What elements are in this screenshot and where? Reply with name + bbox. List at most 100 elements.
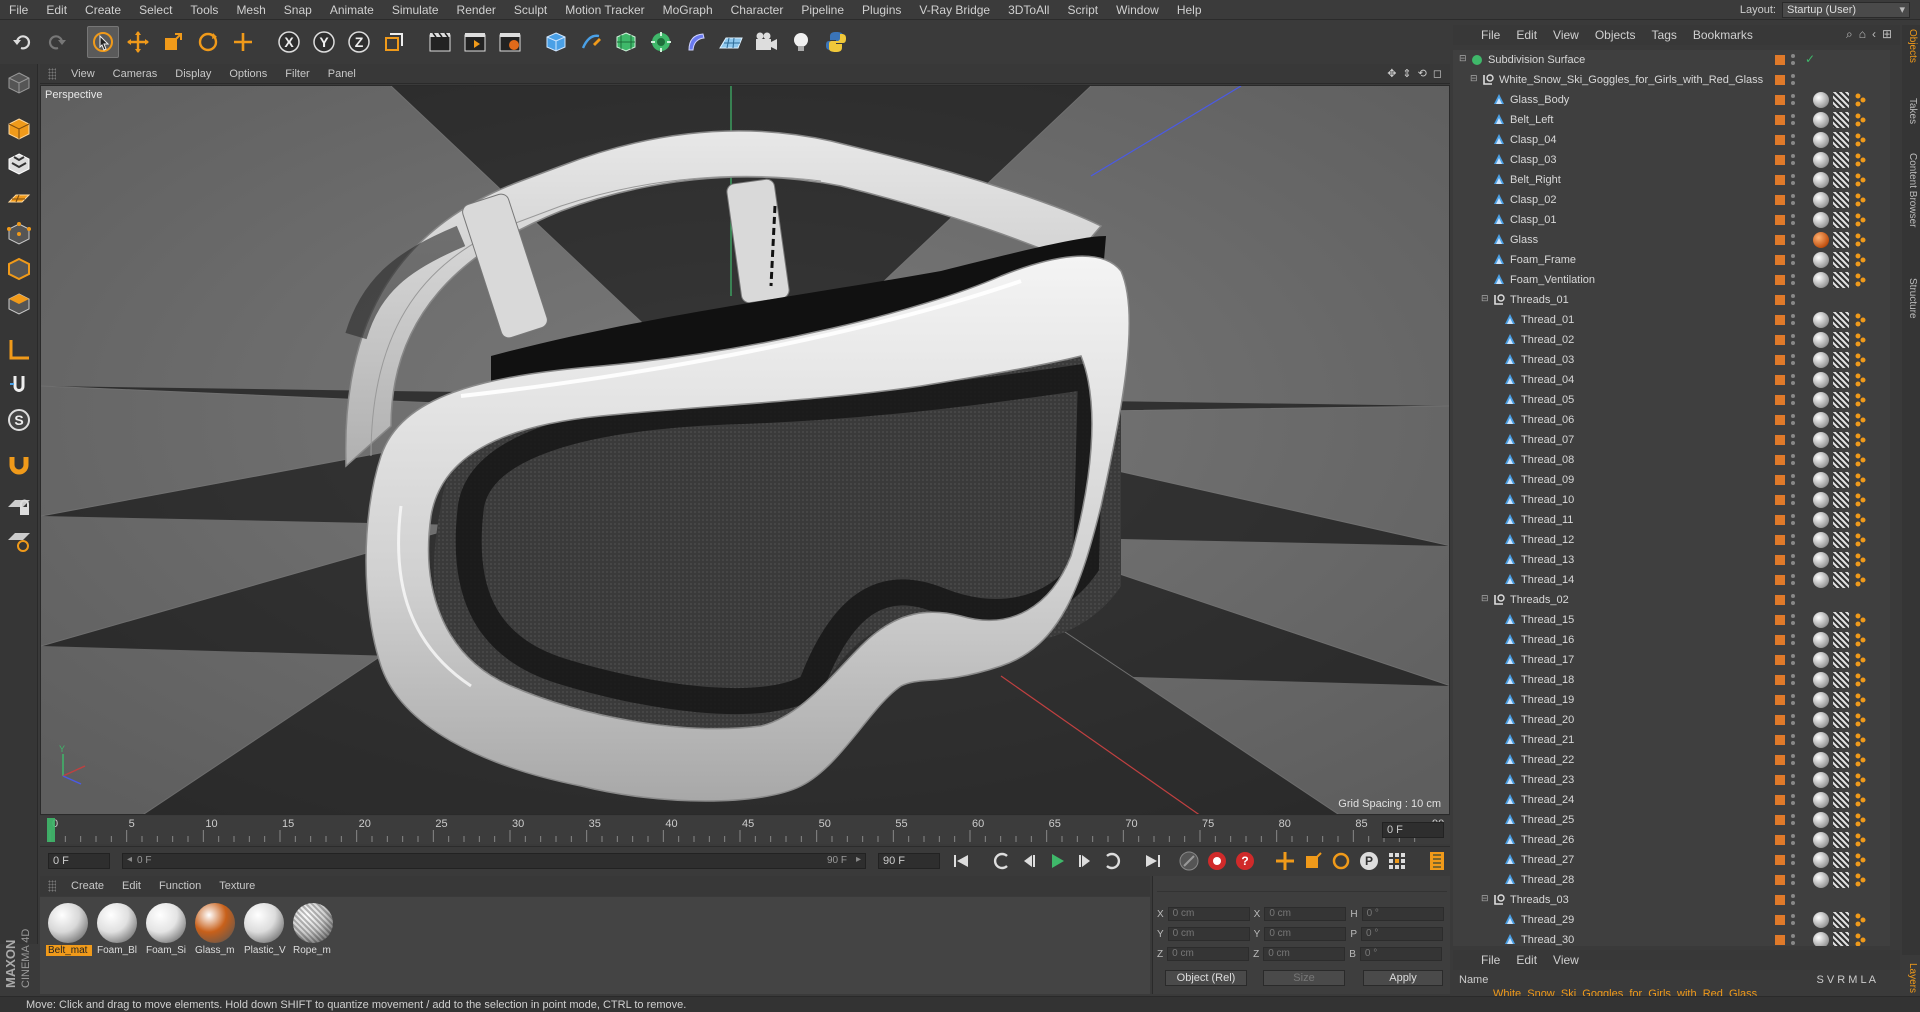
material-tag-icon[interactable] bbox=[1813, 152, 1829, 168]
object-row[interactable]: Glass bbox=[1453, 230, 1890, 250]
object-row[interactable]: Thread_17 bbox=[1453, 650, 1890, 670]
visibility-dots-icon[interactable] bbox=[1791, 153, 1795, 167]
phong-tag-icon[interactable] bbox=[1853, 632, 1867, 648]
object-row[interactable]: Thread_08 bbox=[1453, 450, 1890, 470]
layer-color-swatch[interactable] bbox=[1775, 835, 1785, 845]
material-tag-icon[interactable] bbox=[1813, 452, 1829, 468]
object-row[interactable]: Thread_15 bbox=[1453, 610, 1890, 630]
menu-edit[interactable]: Edit bbox=[37, 0, 76, 20]
layer-color-swatch[interactable] bbox=[1775, 375, 1785, 385]
object-row[interactable]: Thread_05 bbox=[1453, 390, 1890, 410]
y-position-field[interactable]: 0 cm bbox=[1167, 927, 1250, 941]
visibility-dots-icon[interactable] bbox=[1791, 253, 1795, 267]
object-row[interactable]: Thread_03 bbox=[1453, 350, 1890, 370]
layer-color-swatch[interactable] bbox=[1775, 175, 1785, 185]
layer-color-swatch[interactable] bbox=[1775, 235, 1785, 245]
material-menu-function[interactable]: Function bbox=[150, 880, 210, 892]
object-menu-bookmarks[interactable]: Bookmarks bbox=[1685, 28, 1761, 42]
phong-tag-icon[interactable] bbox=[1853, 812, 1867, 828]
material-item[interactable]: Glass_m bbox=[193, 903, 237, 956]
layer-color-swatch[interactable] bbox=[1775, 795, 1785, 805]
x-position-field[interactable]: 0 cm bbox=[1167, 907, 1250, 921]
menu-select[interactable]: Select bbox=[130, 0, 181, 20]
key-parameter-icon[interactable]: P bbox=[1358, 850, 1380, 872]
layer-color-swatch[interactable] bbox=[1775, 815, 1785, 825]
phong-tag-icon[interactable] bbox=[1853, 552, 1867, 568]
object-row[interactable]: Thread_23 bbox=[1453, 770, 1890, 790]
uvw-tag-icon[interactable] bbox=[1833, 712, 1849, 728]
z-position-field[interactable]: 0 cm bbox=[1167, 947, 1250, 961]
object-row[interactable]: Thread_10 bbox=[1453, 490, 1890, 510]
camera-icon[interactable] bbox=[750, 26, 782, 58]
menu-animate[interactable]: Animate bbox=[321, 0, 383, 20]
phong-tag-icon[interactable] bbox=[1853, 852, 1867, 868]
x-axis-icon[interactable]: X bbox=[273, 26, 305, 58]
new-window-icon[interactable]: ⊞ bbox=[1882, 27, 1892, 42]
object-row[interactable]: Belt_Right bbox=[1453, 170, 1890, 190]
object-row[interactable]: Clasp_03 bbox=[1453, 150, 1890, 170]
render-settings-icon[interactable] bbox=[494, 26, 526, 58]
polygons-mode-icon[interactable] bbox=[3, 288, 35, 320]
key-rotation-icon[interactable] bbox=[1330, 850, 1352, 872]
pan-icon[interactable]: ✥ bbox=[1387, 67, 1396, 80]
undo-icon[interactable] bbox=[6, 26, 38, 58]
floor-icon[interactable] bbox=[715, 26, 747, 58]
phong-tag-icon[interactable] bbox=[1853, 332, 1867, 348]
material-tag-icon[interactable] bbox=[1813, 832, 1829, 848]
material-tag-icon[interactable] bbox=[1813, 92, 1829, 108]
object-row[interactable]: Thread_26 bbox=[1453, 830, 1890, 850]
uvw-tag-icon[interactable] bbox=[1833, 572, 1849, 588]
uvw-tag-icon[interactable] bbox=[1833, 272, 1849, 288]
uvw-tag-icon[interactable] bbox=[1833, 752, 1849, 768]
snap-icon[interactable]: S bbox=[3, 404, 35, 436]
layer-color-swatch[interactable] bbox=[1775, 455, 1785, 465]
menu-snap[interactable]: Snap bbox=[275, 0, 321, 20]
visibility-dots-icon[interactable] bbox=[1791, 493, 1795, 507]
layer-color-swatch[interactable] bbox=[1775, 855, 1785, 865]
visibility-dots-icon[interactable] bbox=[1791, 793, 1795, 807]
uvw-tag-icon[interactable] bbox=[1833, 152, 1849, 168]
uvw-tag-icon[interactable] bbox=[1833, 492, 1849, 508]
axis-mode-icon[interactable] bbox=[3, 334, 35, 366]
visibility-dots-icon[interactable] bbox=[1791, 433, 1795, 447]
side-tab-structure[interactable]: Structure bbox=[1904, 278, 1918, 319]
object-row[interactable]: Foam_Frame bbox=[1453, 250, 1890, 270]
uvw-tag-icon[interactable] bbox=[1833, 92, 1849, 108]
object-menu-file[interactable]: File bbox=[1473, 28, 1508, 42]
uvw-tag-icon[interactable] bbox=[1833, 872, 1849, 888]
workplane-icon[interactable] bbox=[3, 183, 35, 215]
uvw-tag-icon[interactable] bbox=[1833, 652, 1849, 668]
material-tag-icon[interactable] bbox=[1813, 652, 1829, 668]
phong-tag-icon[interactable] bbox=[1853, 232, 1867, 248]
layer-color-swatch[interactable] bbox=[1775, 195, 1785, 205]
b-rotation-field[interactable]: 0 ° bbox=[1359, 947, 1442, 961]
phong-tag-icon[interactable] bbox=[1853, 92, 1867, 108]
visibility-dots-icon[interactable] bbox=[1791, 233, 1795, 247]
go-to-start-icon[interactable] bbox=[950, 850, 972, 872]
visibility-dots-icon[interactable] bbox=[1791, 853, 1795, 867]
key-position-icon[interactable] bbox=[1274, 850, 1296, 872]
layer-color-swatch[interactable] bbox=[1775, 475, 1785, 485]
material-tag-icon[interactable] bbox=[1813, 812, 1829, 828]
phong-tag-icon[interactable] bbox=[1853, 712, 1867, 728]
uvw-tag-icon[interactable] bbox=[1833, 852, 1849, 868]
timeline-window-icon[interactable] bbox=[1426, 850, 1448, 872]
light-icon[interactable] bbox=[785, 26, 817, 58]
phong-tag-icon[interactable] bbox=[1853, 252, 1867, 268]
start-frame-field[interactable]: 0 F bbox=[48, 853, 110, 869]
visibility-dots-icon[interactable] bbox=[1791, 933, 1795, 946]
deformer-icon[interactable] bbox=[680, 26, 712, 58]
layer-menu-view[interactable]: View bbox=[1545, 953, 1587, 967]
object-row[interactable]: Thread_04 bbox=[1453, 370, 1890, 390]
layer-color-swatch[interactable] bbox=[1775, 915, 1785, 925]
uvw-tag-icon[interactable] bbox=[1833, 692, 1849, 708]
material-tag-icon[interactable] bbox=[1813, 852, 1829, 868]
edges-mode-icon[interactable] bbox=[3, 253, 35, 285]
phong-tag-icon[interactable] bbox=[1853, 472, 1867, 488]
visibility-dots-icon[interactable] bbox=[1791, 533, 1795, 547]
next-frame-icon[interactable] bbox=[1074, 850, 1096, 872]
phong-tag-icon[interactable] bbox=[1853, 392, 1867, 408]
uvw-tag-icon[interactable] bbox=[1833, 312, 1849, 328]
menu-render[interactable]: Render bbox=[448, 0, 505, 20]
phong-tag-icon[interactable] bbox=[1853, 512, 1867, 528]
